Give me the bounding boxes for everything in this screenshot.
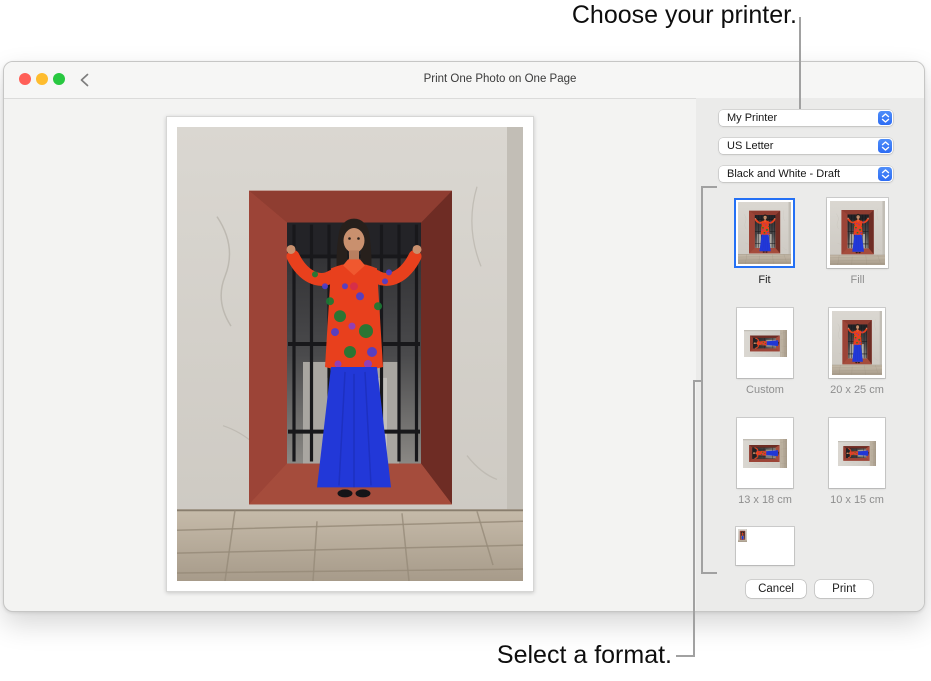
format-label: 10 x 15 cm xyxy=(829,494,885,506)
format-bracket-bottom-tick xyxy=(701,572,717,574)
cancel-button[interactable]: Cancel xyxy=(746,580,806,598)
print-quality-select[interactable]: Black and White - Draft xyxy=(719,166,893,182)
print-dialog-window: Print One Photo on One Page My Printer U… xyxy=(3,61,925,612)
format-option-fill[interactable]: Fill xyxy=(827,198,888,286)
stepper-icon xyxy=(878,167,892,181)
photo-preview xyxy=(177,127,523,581)
format-callout-text: Select a format. xyxy=(497,641,672,670)
format-thumbnail-custom xyxy=(737,308,793,378)
paper-size-select-value: US Letter xyxy=(727,138,773,154)
format-option-10x15[interactable]: 10 x 15 cm xyxy=(829,418,885,506)
printer-callout-line xyxy=(799,17,801,109)
format-label: Fit xyxy=(734,274,795,286)
zoom-window-button[interactable] xyxy=(53,73,65,85)
format-option-13x18[interactable]: 13 x 18 cm xyxy=(737,418,793,506)
format-bracket-top-tick xyxy=(701,186,717,188)
format-option-20x25[interactable]: 20 x 25 cm xyxy=(829,308,885,396)
stepper-icon xyxy=(878,111,892,125)
printer-select-value: My Printer xyxy=(727,110,777,126)
print-preview-page xyxy=(166,116,534,592)
stepper-icon xyxy=(878,139,892,153)
print-quality-select-value: Black and White - Draft xyxy=(727,166,840,182)
format-thumbnail-contact xyxy=(736,527,794,565)
format-label: Fill xyxy=(827,274,888,286)
format-option-fit[interactable]: Fit xyxy=(734,198,795,286)
format-callout-line-upper xyxy=(693,380,703,382)
window-title: Print One Photo on One Page xyxy=(76,73,924,85)
printer-callout-text: Choose your printer. xyxy=(572,1,797,30)
print-button[interactable]: Print xyxy=(815,580,873,598)
format-thumbnail-13x18 xyxy=(737,418,793,488)
format-label: 20 x 25 cm xyxy=(829,384,885,396)
format-label: 13 x 18 cm xyxy=(737,494,793,506)
format-thumbnail-20x25 xyxy=(829,308,885,378)
format-label: Custom xyxy=(737,384,793,396)
titlebar: Print One Photo on One Page xyxy=(4,62,924,99)
minimize-window-button[interactable] xyxy=(36,73,48,85)
format-thumbnail-fill xyxy=(827,198,888,268)
format-callout-line-lower xyxy=(676,655,695,657)
format-callout-line-vertical xyxy=(693,380,695,657)
format-option-contact[interactable] xyxy=(736,527,794,565)
format-thumbnail-fit xyxy=(734,198,795,268)
printer-select[interactable]: My Printer xyxy=(719,110,893,126)
paper-size-select[interactable]: US Letter xyxy=(719,138,893,154)
format-option-custom[interactable]: Custom xyxy=(737,308,793,396)
close-window-button[interactable] xyxy=(19,73,31,85)
format-thumbnail-10x15 xyxy=(829,418,885,488)
